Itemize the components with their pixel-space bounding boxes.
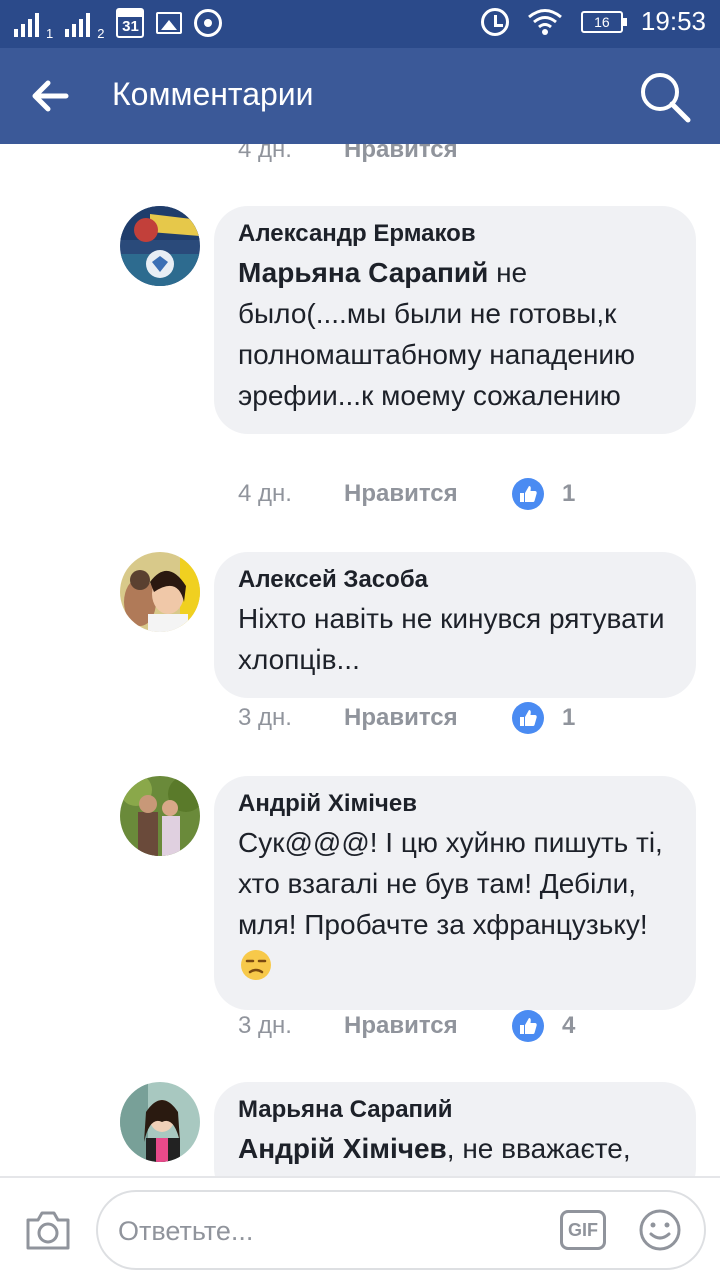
comment-body: , не вважаєте, <box>446 1133 631 1164</box>
gif-icon[interactable]: GIF <box>560 1210 606 1250</box>
emoji-icon[interactable] <box>638 1208 682 1252</box>
app-bar: Комментарии <box>0 48 720 144</box>
like-button[interactable]: Нравится <box>344 480 512 508</box>
comment-author[interactable]: Алексей Засоба <box>238 566 672 594</box>
page-title: Комментарии <box>112 76 314 112</box>
search-icon[interactable] <box>638 70 692 124</box>
comment-time: 4 дн. <box>238 480 292 507</box>
reply-input[interactable]: Ответьте... GIF <box>96 1190 706 1270</box>
camera-icon[interactable] <box>24 1208 72 1252</box>
comment-time: 4 дн. <box>238 144 292 163</box>
wifi-icon <box>527 8 563 36</box>
avatar[interactable] <box>120 206 200 286</box>
comment-meta: 4 дн. Нравится 1 <box>238 478 575 510</box>
calendar-icon: 31 <box>116 8 145 38</box>
like-button[interactable]: Нравится <box>344 704 512 732</box>
signal-sim2-icon: 2 <box>65 9 104 41</box>
like-thumb-icon <box>512 1010 544 1042</box>
reply-placeholder: Ответьте... <box>118 1216 254 1246</box>
comment-author[interactable]: Марьяна Сарапий <box>238 1096 672 1124</box>
gallery-icon <box>156 12 183 34</box>
comment-time: 3 дн. <box>238 704 292 731</box>
reply-compose-bar: Ответьте... GIF <box>0 1176 720 1280</box>
comment-bubble: Андрій Хімічев Сук@@@! І цю хуйню пишуть… <box>214 776 696 1010</box>
partial-comment-meta: 4 дн. Нравится <box>238 144 512 164</box>
like-count[interactable]: 1 <box>562 480 575 508</box>
avatar[interactable] <box>120 552 200 632</box>
comment-text: Ніхто навіть не кинувся рятувати хлопців… <box>238 603 665 675</box>
comment-body: Сук@@@! І цю хуйню пишуть ті, хто взагал… <box>238 827 663 940</box>
battery-icon: 16 <box>580 10 627 33</box>
comment-author[interactable]: Андрій Хімічев <box>238 790 672 818</box>
media-disc-icon <box>194 9 223 37</box>
like-count[interactable]: 4 <box>562 1012 575 1040</box>
calendar-day: 31 <box>122 18 139 35</box>
comment-author[interactable]: Александр Ермаков <box>238 220 672 248</box>
battery-level: 16 <box>594 13 610 30</box>
comment-meta: 3 дн. Нравится 4 <box>238 1010 575 1042</box>
sim1-label: 1 <box>46 26 54 41</box>
like-button[interactable]: Нравится <box>344 144 512 164</box>
back-arrow-icon[interactable] <box>30 76 80 116</box>
comments-feed[interactable]: 4 дн. Нравится Александр Ермаков Марьяна… <box>0 144 720 1176</box>
sim2-label: 2 <box>97 26 105 41</box>
comment-time: 3 дн. <box>238 1012 292 1039</box>
like-thumb-icon <box>512 702 544 734</box>
comment-text: Сук@@@! І цю хуйню пишуть ті, хто взагал… <box>238 822 672 992</box>
like-thumb-icon <box>512 478 544 510</box>
comment-text: Марьяна Сарапий не было(....мы были не г… <box>238 252 672 416</box>
comment-mention[interactable]: Андрій Хімічев <box>238 1133 447 1164</box>
comment-bubble: Александр Ермаков Марьяна Сарапий не был… <box>214 206 696 434</box>
comment-bubble: Алексей Засоба Ніхто навіть не кинувся р… <box>214 552 696 698</box>
unamused-emoji-icon <box>240 949 272 992</box>
status-time: 19:53 <box>640 6 706 36</box>
avatar[interactable] <box>120 776 200 856</box>
comment-meta: 3 дн. Нравится 1 <box>238 702 575 734</box>
alarm-icon <box>480 7 509 36</box>
like-button[interactable]: Нравится <box>344 1012 512 1040</box>
avatar[interactable] <box>120 1082 200 1162</box>
like-count[interactable]: 1 <box>562 704 575 732</box>
comment-text: Андрій Хімічев, не вважаєте, <box>238 1128 672 1169</box>
signal-sim1-icon: 1 <box>14 9 53 41</box>
status-bar: 1 2 31 16 19:53 <box>0 0 720 48</box>
comment-mention[interactable]: Марьяна Сарапий <box>238 257 488 288</box>
comment-bubble: Марьяна Сарапий Андрій Хімічев, не вважа… <box>214 1082 696 1176</box>
